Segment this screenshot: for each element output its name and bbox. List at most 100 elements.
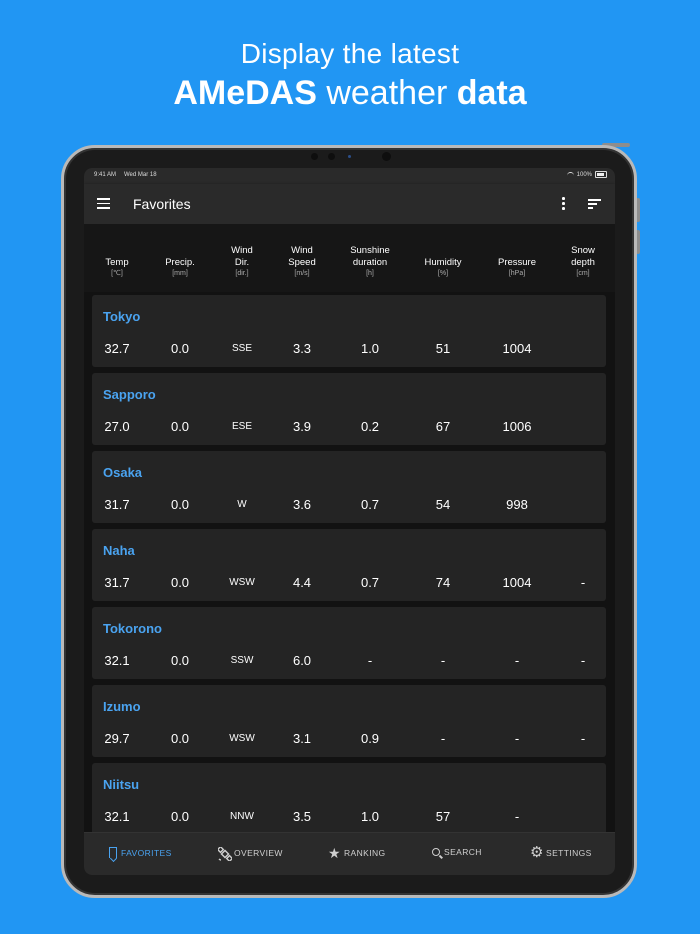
column-header-unit: [hPa] <box>508 270 526 277</box>
station-value: - <box>514 653 520 668</box>
station-value: - <box>440 731 446 746</box>
station-value: 1004 <box>502 341 532 356</box>
station-card[interactable]: Izumo 29.7 0.0 WSW 3.1 0.9 - - - <box>92 685 606 757</box>
search-icon <box>432 848 440 856</box>
status-right: 100% <box>566 171 607 178</box>
column-header: Humidity [%] <box>425 257 462 279</box>
station-value: 0.0 <box>170 809 190 824</box>
station-value: 67 <box>435 419 451 434</box>
column-header: Precip. [mm] <box>165 257 195 279</box>
station-card[interactable]: Naha 31.7 0.0 WSW 4.4 0.7 74 1004 - <box>92 529 606 601</box>
column-header-label: Pressure <box>497 257 537 268</box>
column-header-unit: [h] <box>366 270 374 277</box>
camera-lens <box>382 152 391 161</box>
station-name: Naha <box>103 543 135 558</box>
promo-subheadline: AMeDAS weather data <box>0 74 700 113</box>
station-value: 54 <box>435 497 451 512</box>
nav-overview[interactable]: OVERVIEW <box>216 845 283 863</box>
app-screen: 9:41 AM Wed Mar 18 100% Favorites Temp [℃… <box>84 168 615 875</box>
star-icon: ★ <box>328 845 341 861</box>
station-name: Sapporo <box>103 387 156 402</box>
column-header-label: Snow depth <box>571 245 595 268</box>
station-value: 32.7 <box>104 341 130 356</box>
station-value: 31.7 <box>104 497 130 512</box>
station-value: 3.3 <box>292 341 312 356</box>
bookmark-icon <box>109 847 117 858</box>
station-value: 0.7 <box>360 575 380 590</box>
nav-ranking[interactable]: ★ RANKING <box>328 845 386 861</box>
station-value: 998 <box>506 497 528 512</box>
station-value: 74 <box>435 575 451 590</box>
column-header-label: Humidity <box>424 257 462 268</box>
nav-favorites[interactable]: FAVORITES <box>109 847 172 858</box>
station-value: 3.5 <box>292 809 312 824</box>
station-name: Niitsu <box>103 777 140 792</box>
station-value: 29.7 <box>104 731 130 746</box>
promo-data: data <box>456 74 527 112</box>
wifi-icon <box>566 172 574 177</box>
nav-favorites-label: FAVORITES <box>121 847 172 858</box>
station-card[interactable]: Sapporo 27.0 0.0 ESE 3.9 0.2 67 1006 <box>92 373 606 445</box>
column-header: Temp [℃] <box>105 257 128 279</box>
promo-weather: weather <box>316 74 457 112</box>
station-value: 0.0 <box>170 497 190 512</box>
nav-settings[interactable]: ⚙ SETTINGS <box>530 845 592 860</box>
station-name: Izumo <box>103 699 141 714</box>
nav-settings-label: SETTINGS <box>546 848 592 858</box>
station-value: 0.2 <box>360 419 380 434</box>
station-card[interactable]: Tokyo 32.7 0.0 SSE 3.3 1.0 51 1004 <box>92 295 606 367</box>
station-value: 32.1 <box>104 653 130 668</box>
camera-sensor <box>311 153 318 160</box>
station-value: ESE <box>231 421 253 432</box>
promo-amedas: AMeDAS <box>173 74 317 112</box>
column-header-unit: [℃] <box>111 270 123 277</box>
camera-sensor <box>328 153 335 160</box>
column-header: Pressure [hPa] <box>498 257 536 279</box>
nav-search[interactable]: SEARCH <box>432 847 482 857</box>
camera-led <box>348 155 351 158</box>
app-bar: Favorites <box>84 184 615 224</box>
station-value: 0.9 <box>360 731 380 746</box>
station-value: 31.7 <box>104 575 130 590</box>
station-value: 0.0 <box>170 341 190 356</box>
station-card[interactable]: Tokorono 32.1 0.0 SSW 6.0 - - - - <box>92 607 606 679</box>
station-value: NNW <box>230 811 254 822</box>
sort-icon[interactable] <box>588 198 602 210</box>
battery-icon <box>595 171 607 178</box>
satellite-icon <box>216 845 234 863</box>
column-header-label: Wind Dir. <box>231 245 253 268</box>
menu-icon[interactable] <box>97 198 110 209</box>
station-value: 32.1 <box>104 809 130 824</box>
station-value: 4.4 <box>292 575 312 590</box>
station-name: Tokorono <box>103 621 162 636</box>
station-value: 3.9 <box>292 419 312 434</box>
station-value: - <box>580 731 586 746</box>
station-value: 0.0 <box>170 419 190 434</box>
station-value: 1.0 <box>360 809 380 824</box>
station-value: 0.7 <box>360 497 380 512</box>
station-value: W <box>237 499 247 510</box>
station-card[interactable]: Osaka 31.7 0.0 W 3.6 0.7 54 998 <box>92 451 606 523</box>
station-value: - <box>440 653 446 668</box>
more-vert-icon[interactable] <box>560 196 566 212</box>
bottom-navigation: FAVORITES OVERVIEW ★ RANKING SEARCH ⚙ SE… <box>84 832 615 875</box>
station-value: WSW <box>229 577 255 588</box>
station-value: 3.6 <box>292 497 312 512</box>
station-value: - <box>580 653 586 668</box>
column-headers: Temp [℃] Precip. [mm] Wind Dir. [dir.] Wind Sp… <box>84 224 615 292</box>
station-value: 51 <box>435 341 451 356</box>
column-header-label: Sunshine duration <box>350 245 390 268</box>
station-name: Tokyo <box>103 309 141 324</box>
station-value: 0.0 <box>170 731 190 746</box>
column-header-unit: [dir.] <box>235 270 249 277</box>
column-header-label: Precip. <box>165 257 195 268</box>
station-card[interactable]: Niitsu 32.1 0.0 NNW 3.5 1.0 57 - <box>92 763 606 835</box>
page-title: Favorites <box>133 196 191 212</box>
status-bar: 9:41 AM Wed Mar 18 100% <box>84 168 615 184</box>
column-header: Wind Speed [m/s] <box>288 245 315 279</box>
station-value: 27.0 <box>104 419 130 434</box>
column-header-label: Wind Speed <box>288 245 316 268</box>
station-value: 0.0 <box>170 653 190 668</box>
nav-search-label: SEARCH <box>444 847 482 857</box>
station-value: 6.0 <box>292 653 312 668</box>
